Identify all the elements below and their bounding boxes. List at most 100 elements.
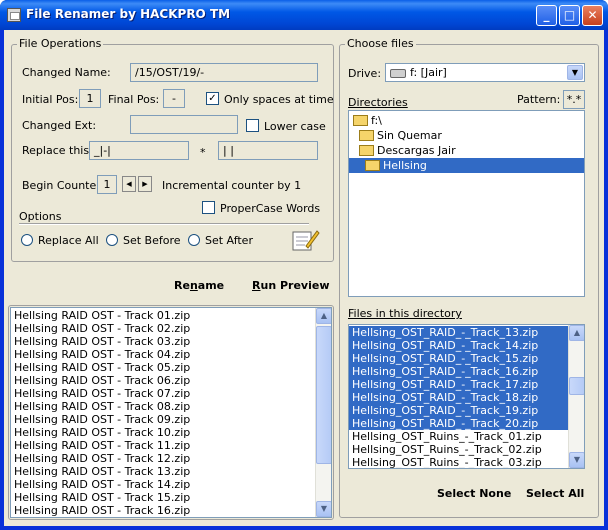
minimize-button[interactable]: _ — [536, 5, 557, 26]
only-spaces-label: Only spaces at time — [224, 93, 334, 106]
folder-open-icon — [353, 114, 368, 126]
preview-list-item[interactable]: Hellsing RAID OST - Track 11.zip — [11, 439, 331, 452]
counter-increment-button[interactable]: ▶ — [138, 176, 152, 192]
preview-list-item[interactable]: Hellsing RAID OST - Track 10.zip — [11, 426, 331, 439]
preview-list-item[interactable]: Hellsing RAID OST - Track 07.zip — [11, 387, 331, 400]
begin-counter-label: Begin Counter: — [22, 179, 105, 192]
directories-tree[interactable]: f:\ Sin Quemar Descargas Jair Hellsing — [348, 110, 585, 297]
preview-list-item[interactable]: Hellsing RAID OST - Track 15.zip — [11, 491, 331, 504]
folder-open-icon — [359, 129, 374, 141]
incremental-counter-label: Incremental counter by 1 — [162, 179, 302, 192]
file-list-item[interactable]: Hellsing_OST_RAID_-_Track_15.zip — [349, 352, 568, 365]
propercase-label: ProperCase Words — [220, 202, 321, 215]
initial-pos-field[interactable]: 1 — [79, 89, 101, 108]
directory-item-selected[interactable]: Hellsing — [349, 158, 584, 173]
replace-this-label: Replace this: — [22, 144, 93, 157]
scrollbar-thumb[interactable] — [316, 326, 331, 464]
files-label: Files in this directory — [348, 307, 462, 320]
preview-list-item[interactable]: Hellsing RAID OST - Track 01.zip — [11, 309, 331, 322]
rename-button[interactable]: Rename — [174, 279, 224, 292]
propercase-checkbox[interactable] — [202, 201, 215, 214]
preview-list-item[interactable]: Hellsing RAID OST - Track 08.zip — [11, 400, 331, 413]
preview-list-item[interactable]: Hellsing RAID OST - Track 14.zip — [11, 478, 331, 491]
file-list-item[interactable]: Hellsing_OST_RAID_-_Track_17.zip — [349, 378, 568, 391]
file-list-item[interactable]: Hellsing_OST_RAID_-_Track_13.zip — [349, 326, 568, 339]
file-list-item[interactable]: Hellsing_OST_RAID_-_Track_16.zip — [349, 365, 568, 378]
close-button[interactable]: ✕ — [582, 5, 603, 26]
scroll-down-icon[interactable]: ▼ — [569, 452, 584, 468]
scroll-up-icon[interactable]: ▲ — [569, 325, 584, 341]
only-spaces-checkbox[interactable]: ✓ — [206, 92, 219, 105]
file-list-item[interactable]: Hellsing_OST_RAID_-_Track_19.zip — [349, 404, 568, 417]
final-pos-label: Final Pos: — [108, 93, 160, 106]
begin-counter-field[interactable]: 1 — [97, 175, 117, 194]
preview-list-item[interactable]: Hellsing RAID OST - Track 09.zip — [11, 413, 331, 426]
app-window: File Renamer by HACKPRO TM _ □ ✕ File Op… — [0, 0, 608, 530]
scroll-down-icon[interactable]: ▼ — [316, 501, 331, 517]
file-list-item[interactable]: Hellsing_OST_Ruins_-_Track_01.zip — [349, 430, 568, 443]
lower-case-label: Lower case — [264, 120, 326, 133]
directory-item[interactable]: Descargas Jair — [359, 143, 456, 158]
changed-name-label: Changed Name: — [22, 66, 111, 79]
drive-icon — [390, 68, 406, 78]
file-list-item[interactable]: Hellsing_OST_Ruins_-_Track_02.zip — [349, 443, 568, 456]
replace-with-field[interactable]: | | — [218, 141, 318, 160]
options-separator — [19, 223, 309, 225]
changed-name-field[interactable]: /15/OST/19/- — [130, 63, 318, 82]
initial-pos-label: Initial Pos: — [22, 93, 79, 106]
counter-decrement-button[interactable]: ◀ — [122, 176, 136, 192]
folder-open-icon — [365, 159, 380, 171]
files-scrollbar[interactable]: ▲ ▼ — [568, 325, 584, 468]
file-list-item[interactable]: Hellsing_OST_RAID_-_Track_20.zip — [349, 417, 568, 430]
folder-open-icon — [359, 144, 374, 156]
preview-list-item[interactable]: Hellsing RAID OST - Track 16.zip — [11, 504, 331, 517]
replace-with-symbol: * — [200, 146, 206, 159]
scroll-up-icon[interactable]: ▲ — [316, 308, 331, 324]
window-title: File Renamer by HACKPRO TM — [26, 7, 231, 21]
files-list[interactable]: Hellsing_OST_RAID_-_Track_13.zip Hellsing… — [348, 324, 585, 469]
file-operations-title: File Operations — [17, 37, 104, 50]
preview-list-item[interactable]: Hellsing RAID OST - Track 02.zip — [11, 322, 331, 335]
lower-case-checkbox[interactable] — [246, 119, 259, 132]
changed-ext-field[interactable] — [130, 115, 238, 134]
changed-ext-label: Changed Ext: — [22, 119, 97, 132]
pattern-label: Pattern: — [517, 93, 561, 106]
preview-list-item[interactable]: Hellsing RAID OST - Track 06.zip — [11, 374, 331, 387]
final-pos-field[interactable]: - — [163, 89, 185, 108]
directory-item[interactable]: Sin Quemar — [359, 128, 442, 143]
preview-list[interactable]: Hellsing RAID OST - Track 01.zip Hellsing… — [10, 307, 332, 518]
preview-list-item[interactable]: Hellsing RAID OST - Track 13.zip — [11, 465, 331, 478]
choose-files-title: Choose files — [345, 37, 416, 50]
select-none-button[interactable]: Select None — [437, 487, 511, 500]
radio-set-after-label: Set After — [205, 234, 253, 247]
radio-replace-all-label: Replace All — [38, 234, 99, 247]
preview-list-item[interactable]: Hellsing RAID OST - Track 04.zip — [11, 348, 331, 361]
directories-label: Directories — [348, 96, 408, 109]
drive-label: Drive: — [348, 67, 382, 80]
run-preview-button[interactable]: Run Preview — [252, 279, 330, 292]
preview-scrollbar[interactable]: ▲ ▼ — [315, 308, 331, 517]
radio-set-after[interactable] — [188, 234, 200, 246]
app-icon — [7, 8, 21, 22]
drive-select[interactable]: f: [Jair] ▼ — [385, 63, 585, 82]
radio-set-before-label: Set Before — [123, 234, 181, 247]
directory-item[interactable]: f:\ — [353, 113, 382, 128]
options-label: Options — [19, 210, 62, 223]
preview-list-item[interactable]: Hellsing RAID OST - Track 12.zip — [11, 452, 331, 465]
replace-this-field[interactable]: _|-| — [89, 141, 189, 160]
preview-list-item[interactable]: Hellsing RAID OST - Track 03.zip — [11, 335, 331, 348]
file-list-item[interactable]: Hellsing_OST_RAID_-_Track_14.zip — [349, 339, 568, 352]
preview-list-item[interactable]: Hellsing RAID OST - Track 05.zip — [11, 361, 331, 374]
scrollbar-thumb[interactable] — [569, 377, 584, 395]
radio-set-before[interactable] — [106, 234, 118, 246]
maximize-button[interactable]: □ — [559, 5, 580, 26]
select-all-button[interactable]: Select All — [526, 487, 584, 500]
file-list-item[interactable]: Hellsing_OST_RAID_-_Track_18.zip — [349, 391, 568, 404]
notepad-icon — [292, 230, 320, 251]
pattern-field[interactable]: *.* — [563, 90, 585, 109]
client-area: File Operations Changed Name: /15/OST/19… — [4, 30, 604, 526]
chevron-down-icon[interactable]: ▼ — [567, 65, 583, 80]
file-list-item[interactable]: Hellsing_OST_Ruins_-_Track_03.zip — [349, 456, 568, 468]
title-bar[interactable]: File Renamer by HACKPRO TM _ □ ✕ — [0, 0, 608, 30]
radio-replace-all[interactable] — [21, 234, 33, 246]
